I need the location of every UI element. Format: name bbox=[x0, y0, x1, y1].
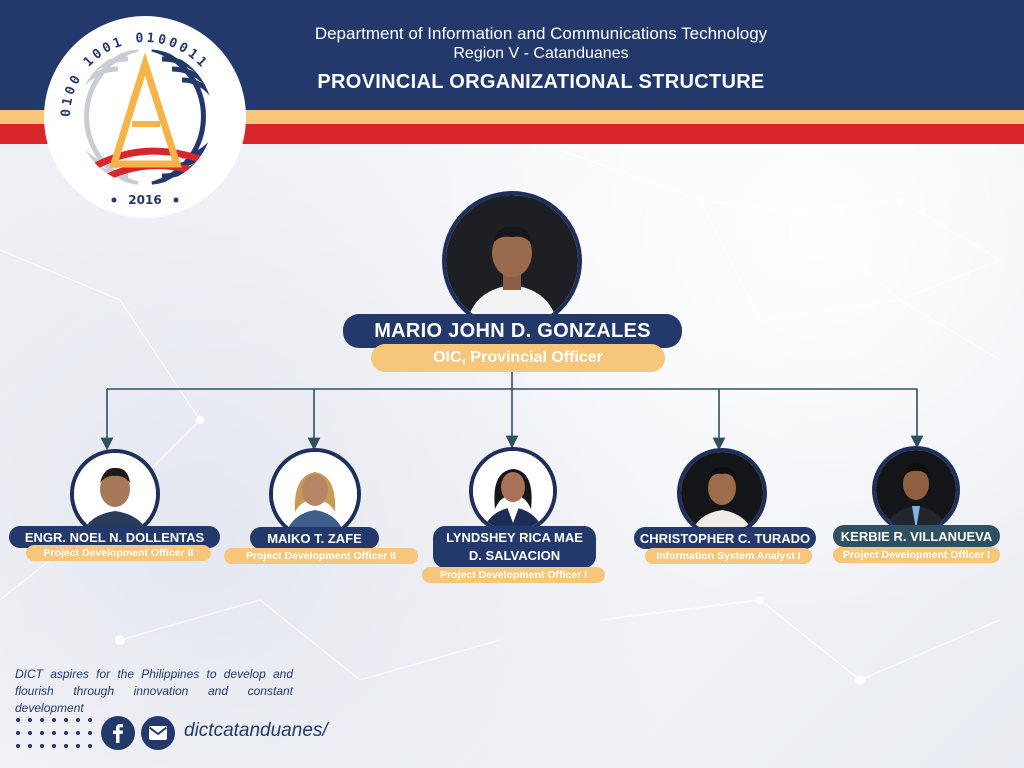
head-role: OIC, Provincial Officer bbox=[371, 344, 665, 372]
staff-name-5: KERBIE R. VILLANUEVA bbox=[833, 525, 1000, 547]
email-icon[interactable] bbox=[141, 716, 175, 750]
head-name: MARIO JOHN D. GONZALES bbox=[343, 314, 682, 348]
staff-role-4: Information System Analyst I bbox=[645, 548, 812, 564]
staff-role-3: Project Development Officer I bbox=[422, 567, 605, 583]
org-connectors bbox=[100, 372, 924, 451]
staff-name-3-line1: LYNDSHEY RICA MAE bbox=[446, 530, 583, 545]
staff-role-2: Project Development Officer II bbox=[224, 548, 418, 564]
staff-name-4: CHRISTOPHER C. TURADO bbox=[634, 527, 816, 549]
head-avatar bbox=[442, 191, 582, 331]
staff-role-1: Project Development Officer II bbox=[26, 545, 211, 561]
facebook-icon[interactable] bbox=[101, 716, 135, 750]
staff-avatar-5 bbox=[872, 446, 960, 534]
staff-name-2: MAIKO T. ZAFE bbox=[250, 527, 379, 549]
footer-tagline: DICT aspires for the Philippines to deve… bbox=[15, 667, 293, 715]
staff-name-3: LYNDSHEY RICA MAE D. SALVACION bbox=[433, 526, 596, 568]
decorative-dots bbox=[15, 717, 95, 751]
staff-avatar-4 bbox=[677, 448, 767, 538]
staff-avatar-3 bbox=[469, 447, 557, 535]
staff-name-3-line2: D. SALVACION bbox=[468, 548, 561, 563]
staff-role-5: Project Development Officer I bbox=[833, 547, 1000, 563]
social-handle[interactable]: dictcatanduanes/ bbox=[184, 720, 328, 742]
